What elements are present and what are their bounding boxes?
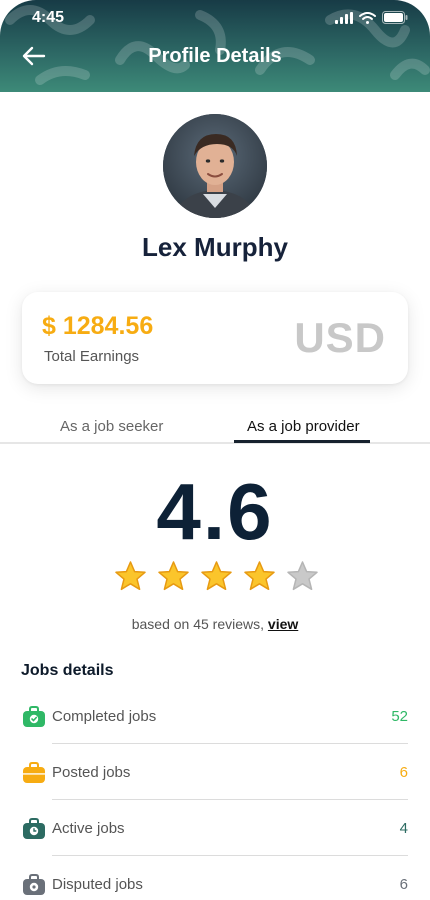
job-label: Disputed jobs [52, 876, 143, 893]
role-tabs: As a job seeker As a job provider [0, 410, 430, 444]
job-label: Active jobs [52, 820, 125, 837]
tab-job-seeker[interactable]: As a job seeker [60, 418, 163, 435]
status-bar: 4:45 [0, 0, 430, 36]
earnings-label: Total Earnings [44, 348, 140, 365]
rating-stars [114, 560, 320, 596]
earnings-amount: $ 1284.56 [42, 312, 154, 340]
signal-icon [335, 11, 353, 24]
tab-job-provider[interactable]: As a job provider [247, 418, 360, 435]
status-icons [335, 11, 408, 24]
page-title: Profile Details [148, 45, 282, 67]
star-empty-icon [287, 561, 318, 591]
job-count: 6 [399, 764, 408, 781]
rating-value: 4.6 [156, 467, 274, 556]
star-filled-icon [201, 561, 232, 591]
job-count: 52 [391, 708, 408, 725]
job-row-active[interactable]: Active jobs 4 [22, 800, 408, 856]
briefcase-clock-icon [23, 818, 45, 839]
job-count: 6 [399, 876, 408, 893]
jobs-details-title: Jobs details [21, 662, 114, 679]
star-filled-icon [115, 561, 146, 591]
active-tab-indicator [234, 440, 370, 443]
avatar-photo [163, 114, 267, 218]
job-row-posted[interactable]: Posted jobs 6 [22, 744, 408, 800]
star-filled-icon [244, 561, 275, 591]
star-filled-icon [158, 561, 189, 591]
profile-screen: 4:45 Profile Details Lex Murphy $ 1284.5… [0, 0, 430, 900]
reviews-text: based on 45 reviews, view [0, 616, 430, 632]
job-row-disputed[interactable]: Disputed jobs 6 [22, 856, 408, 900]
view-reviews-link[interactable]: view [268, 616, 298, 632]
profile-name: Lex Murphy [142, 232, 288, 262]
job-label: Posted jobs [52, 764, 131, 781]
reviews-count-text: based on 45 reviews, [131, 616, 265, 632]
battery-icon [382, 11, 408, 24]
earnings-card: $ 1284.56 Total Earnings USD [22, 292, 408, 384]
earnings-currency: USD [294, 314, 386, 361]
briefcase-icon [23, 762, 45, 783]
header: 4:45 Profile Details [0, 0, 430, 92]
briefcase-alert-icon [23, 874, 45, 895]
avatar [163, 114, 267, 218]
briefcase-check-icon [23, 706, 45, 727]
job-row-completed[interactable]: Completed jobs 52 [22, 688, 408, 744]
status-time: 4:45 [32, 9, 65, 26]
nav-bar: Profile Details [0, 38, 430, 78]
job-count: 4 [399, 820, 408, 837]
wifi-icon [359, 11, 376, 24]
job-label: Completed jobs [52, 708, 157, 725]
